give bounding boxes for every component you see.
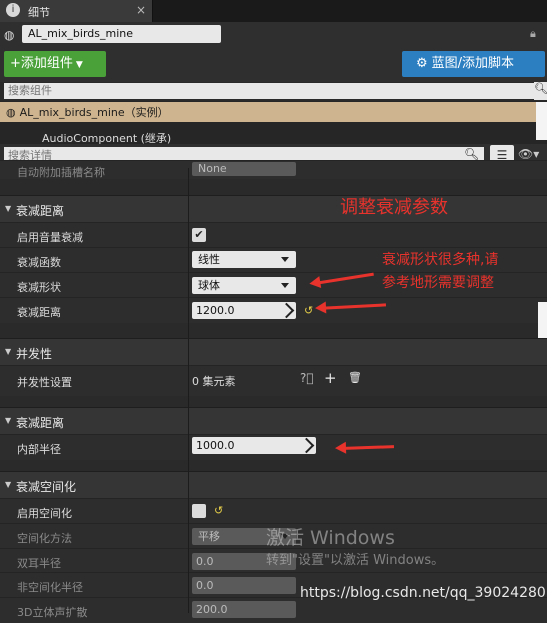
plus-icon: + [10, 56, 21, 71]
dropdown-value: 球体 [198, 279, 220, 292]
chevron-down-icon [281, 257, 289, 262]
category-title: 并发性 [16, 347, 53, 361]
attach-socket-field[interactable]: None [192, 162, 296, 176]
category-attenuation-distance[interactable]: ▼ 衰减距离 [0, 195, 547, 222]
property-label: 启用音量衰减 [17, 231, 83, 244]
dropdown-value: 线性 [198, 253, 220, 266]
property-label: 启用空间化 [17, 507, 72, 520]
tree-item-root[interactable]: ◍ AL_mix_birds_mine（实例） [6, 104, 169, 120]
falloff-distance-input[interactable]: 1200.0 [192, 302, 296, 319]
close-icon[interactable]: × [136, 3, 146, 17]
tab-details[interactable]: i 细节 × [0, 0, 153, 22]
stereo-spread-input[interactable]: 200.0 [192, 601, 296, 618]
sound-actor-icon: ◍ [6, 106, 16, 119]
add-component-button[interactable]: +添加组件 ▼ [4, 51, 106, 77]
eye-icon[interactable]: 👁︎▾ [518, 147, 539, 161]
annotation-note-line2: 参考地形需要调整 [382, 275, 494, 291]
property-label: 衰减距离 [17, 306, 61, 319]
property-row: 并发性设置 [0, 365, 547, 396]
numeric-value: 1200.0 [196, 304, 235, 317]
annotation-note-line1: 衰减形状很多种,请 [382, 252, 499, 268]
chevron-down-icon [281, 283, 289, 288]
collapse-arrow-icon: ▼ [5, 416, 12, 425]
tree-root-label: AL_mix_birds_mine（实例） [19, 106, 169, 119]
property-label: 双耳半径 [17, 557, 61, 570]
sound-actor-icon: ◍ [4, 28, 15, 42]
numeric-value: 0.0 [196, 555, 214, 568]
gears-icon: ⚙ [416, 56, 428, 71]
trash-icon[interactable]: 🗑︎ [348, 371, 362, 384]
numeric-value: 0.0 [196, 579, 214, 592]
dropdown-value: 平移 [198, 530, 220, 543]
property-label: 衰减形状 [17, 281, 61, 294]
drag-handle-icon [298, 437, 315, 454]
add-element-icon[interactable]: + [324, 369, 337, 387]
search-icon[interactable]: 🔍︎ [464, 147, 479, 161]
numeric-value: 1000.0 [196, 439, 235, 452]
enable-volume-attenuation-checkbox[interactable]: ✔ [192, 228, 206, 242]
collapse-arrow-icon: ▼ [5, 480, 12, 489]
help-icon[interactable]: ?⃝ [300, 371, 314, 385]
column-divider[interactable] [188, 168, 189, 613]
property-label: 内部半径 [17, 443, 61, 456]
tab-title: 细节 [28, 6, 50, 19]
search-icon[interactable]: 🔍︎ [534, 82, 547, 100]
property-row: 启用音量衰减 [0, 222, 547, 248]
concurrency-count: 0 集元素 [192, 375, 236, 388]
search-components-input[interactable] [4, 83, 534, 99]
lock-icon[interactable]: 🔒︎ [530, 27, 536, 41]
category-title: 衰减距离 [16, 416, 65, 430]
category-concurrency[interactable]: ▼ 并发性 [0, 338, 547, 365]
category-title: 衰减空间化 [16, 480, 77, 494]
non-spatialized-radius-input[interactable]: 0.0 [192, 577, 296, 594]
attenuation-shape-dropdown[interactable]: 球体 [192, 277, 296, 294]
blueprint-label: 蓝图/添加脚本 [431, 56, 515, 71]
property-label: 3D立体声扩散 [17, 606, 88, 619]
category-title: 衰减距离 [16, 204, 65, 218]
actor-name-input[interactable]: AL_mix_birds_mine [22, 25, 221, 43]
inner-radius-input[interactable]: 1000.0 [192, 437, 316, 454]
reset-to-default-icon[interactable]: ↺ [304, 304, 313, 317]
enable-spatialization-checkbox[interactable] [192, 504, 206, 518]
scroll-strip[interactable] [536, 102, 547, 140]
details-icon: i [6, 3, 20, 17]
windows-activation-hint: 转到"设置"以激活 Windows。 [266, 553, 445, 568]
property-label: 自动附加插槽名称 [17, 166, 105, 179]
property-label: 衰减函数 [17, 256, 61, 269]
add-component-label: 添加组件 [20, 56, 73, 71]
property-row: 启用空间化 [0, 498, 547, 524]
category-attenuation-radius[interactable]: ▼ 衰减距离 [0, 407, 547, 434]
source-url-watermark: https://blog.csdn.net/qq_39024280 [300, 585, 546, 601]
property-label: 并发性设置 [17, 376, 72, 389]
chevron-down-icon: ▼ [75, 60, 83, 70]
attenuation-function-dropdown[interactable]: 线性 [192, 251, 296, 268]
category-attenuation-spatialization[interactable]: ▼ 衰减空间化 [0, 471, 547, 498]
windows-activation-title: 激活 Windows [266, 527, 395, 549]
blueprint-add-script-button[interactable]: ⚙ 蓝图/添加脚本 [402, 51, 545, 77]
drag-handle-icon [278, 302, 295, 319]
collapse-arrow-icon: ▼ [5, 347, 12, 356]
collapse-arrow-icon: ▼ [5, 204, 12, 213]
property-label: 空间化方法 [17, 532, 72, 545]
annotation-heading: 调整衰减参数 [340, 197, 448, 218]
property-label: 非空间化半径 [17, 581, 83, 594]
reset-to-default-icon[interactable]: ↺ [214, 504, 223, 517]
numeric-value: 200.0 [196, 603, 228, 616]
